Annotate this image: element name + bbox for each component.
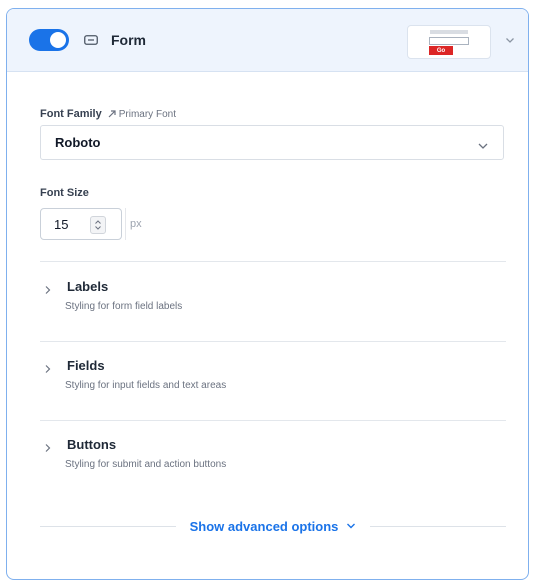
divider bbox=[40, 261, 506, 262]
chevron-right-icon bbox=[43, 361, 53, 373]
enable-toggle[interactable] bbox=[29, 29, 69, 51]
advanced-options-label: Show advanced options bbox=[189, 518, 339, 534]
font-size-unit: px bbox=[125, 208, 142, 240]
chevron-down-icon bbox=[347, 523, 356, 529]
section-fields[interactable]: Fields Styling for input fields and text… bbox=[43, 358, 503, 391]
preview-go-button: Go bbox=[429, 46, 453, 55]
section-description: Styling for submit and action buttons bbox=[65, 459, 227, 470]
advanced-divider-left bbox=[40, 525, 176, 527]
section-buttons[interactable]: Buttons Styling for submit and action bu… bbox=[43, 437, 503, 470]
font-size-input[interactable]: 15 bbox=[40, 208, 122, 240]
font-family-label-row: Font Family Primary Font bbox=[40, 108, 176, 120]
primary-font-tag: Primary Font bbox=[108, 109, 176, 120]
primary-font-tag-text: Primary Font bbox=[118, 108, 176, 120]
font-size-label: Font Size bbox=[40, 187, 89, 199]
chevron-down-icon bbox=[477, 138, 489, 156]
section-labels[interactable]: Labels Styling for form field labels bbox=[43, 279, 503, 312]
section-title: Fields bbox=[67, 358, 105, 373]
font-size-value: 15 bbox=[54, 216, 69, 232]
collapse-chevron-down-icon[interactable] bbox=[503, 33, 517, 47]
advanced-options-row: Show advanced options bbox=[40, 518, 507, 534]
preview-input-field bbox=[429, 37, 469, 45]
section-description: Styling for input fields and text areas bbox=[65, 380, 227, 391]
preview-label-bar bbox=[430, 30, 468, 34]
chevron-right-icon bbox=[43, 440, 53, 452]
stepper-icon[interactable] bbox=[90, 216, 106, 234]
form-icon bbox=[81, 30, 101, 50]
link-arrow-icon bbox=[108, 110, 116, 118]
form-settings-panel: Form Go Font Family Primary Font Roboto bbox=[6, 8, 529, 580]
section-title: Buttons bbox=[67, 437, 117, 452]
section-title: Labels bbox=[67, 279, 109, 294]
font-family-label: Font Family bbox=[40, 108, 102, 120]
panel-title: Form bbox=[111, 32, 146, 48]
show-advanced-options-button[interactable]: Show advanced options bbox=[176, 519, 371, 534]
divider bbox=[40, 341, 506, 342]
toggle-knob bbox=[50, 32, 66, 48]
advanced-divider-right bbox=[370, 525, 507, 527]
chevron-right-icon bbox=[43, 282, 53, 294]
divider bbox=[40, 420, 506, 421]
form-preview-thumbnail: Go bbox=[407, 25, 491, 59]
panel-header[interactable]: Form Go bbox=[7, 9, 528, 72]
font-family-select[interactable]: Roboto bbox=[40, 125, 504, 160]
font-family-value: Roboto bbox=[55, 135, 101, 150]
section-description: Styling for form field labels bbox=[65, 301, 183, 312]
